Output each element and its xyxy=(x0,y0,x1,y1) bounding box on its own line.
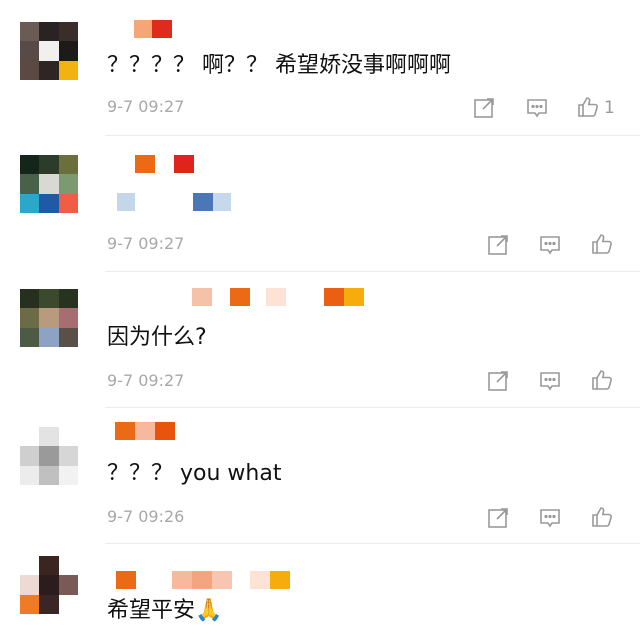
share-icon[interactable] xyxy=(486,506,510,530)
divider xyxy=(105,407,640,408)
timestamp: 9-7 09:27 xyxy=(107,97,185,116)
comment-icon[interactable] xyxy=(525,96,549,120)
divider xyxy=(105,135,640,136)
like-count: 1 xyxy=(604,98,615,118)
username[interactable] xyxy=(106,420,186,440)
thumbs-up-icon[interactable] xyxy=(590,368,614,392)
timestamp: 9-7 09:27 xyxy=(107,371,185,390)
username[interactable] xyxy=(106,18,186,38)
username[interactable] xyxy=(106,152,206,173)
avatar[interactable] xyxy=(20,556,78,614)
comment-icon[interactable] xyxy=(538,369,562,393)
comment-text: ？？？？ 啊？？ 希望娇没事啊啊啊 xyxy=(107,53,451,78)
thumbs-up-icon[interactable] xyxy=(576,95,600,119)
comment-text: ？？？ you what xyxy=(107,461,282,486)
comment-text xyxy=(107,188,237,216)
avatar[interactable] xyxy=(20,22,78,80)
thumbs-up-icon[interactable] xyxy=(590,505,614,529)
avatar[interactable] xyxy=(20,427,78,485)
share-icon[interactable] xyxy=(486,233,510,257)
username[interactable] xyxy=(106,286,376,306)
username[interactable] xyxy=(106,568,306,589)
timestamp: 9-7 09:26 xyxy=(107,507,185,526)
divider xyxy=(105,271,640,272)
comment-text: 希望平安🙏 xyxy=(107,598,223,623)
avatar[interactable] xyxy=(20,155,78,213)
comment-icon[interactable] xyxy=(538,233,562,257)
share-icon[interactable] xyxy=(486,369,510,393)
share-icon[interactable] xyxy=(472,96,496,120)
avatar[interactable] xyxy=(20,289,78,347)
comment-text: 因为什么? xyxy=(107,325,207,350)
comment-icon[interactable] xyxy=(538,506,562,530)
thumbs-up-icon[interactable] xyxy=(590,232,614,256)
timestamp: 9-7 09:27 xyxy=(107,234,185,253)
divider xyxy=(105,543,640,544)
